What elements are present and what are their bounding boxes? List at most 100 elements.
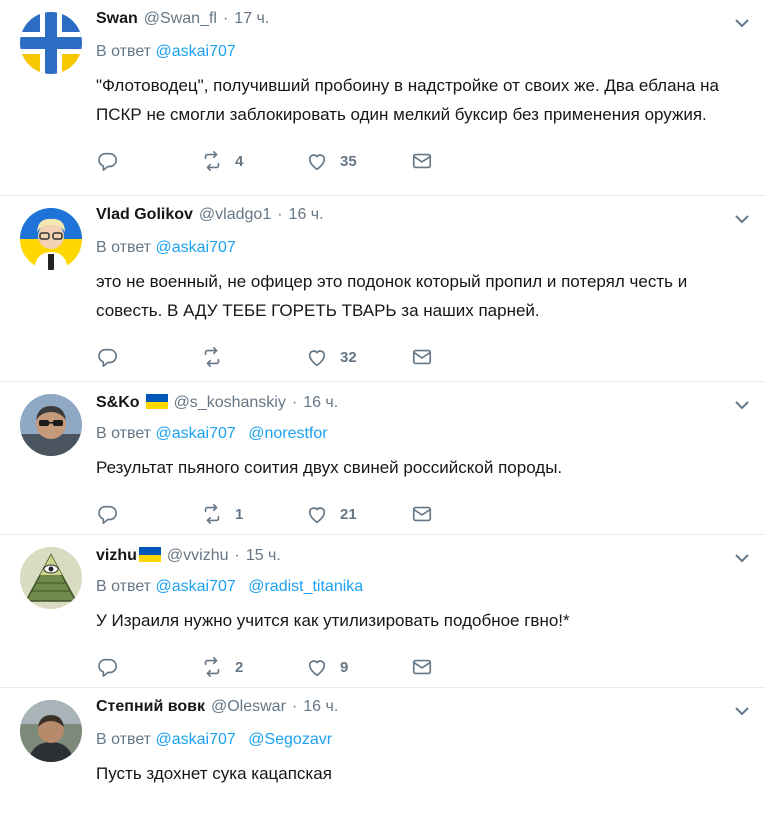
retweet-button[interactable] [201, 346, 306, 368]
chevron-down-icon[interactable] [733, 549, 751, 567]
reply-prefix: В ответ [96, 731, 152, 748]
reply-feed: Swan @Swan_fl · 17 ч. В ответ @askai707 … [0, 0, 765, 828]
reply-button[interactable] [96, 346, 201, 368]
envelope-icon [412, 153, 432, 169]
cartoon-man-avatar-icon [20, 208, 82, 270]
author-handle[interactable]: @s_koshanskiy [174, 394, 286, 412]
author-handle[interactable]: @vvizhu [167, 547, 229, 565]
mention-link[interactable]: @askai707 [155, 239, 235, 256]
retweet-count: 1 [235, 505, 244, 523]
reply-button[interactable] [96, 656, 201, 678]
tweet-actions: 1 21 [96, 496, 749, 540]
retweet-button[interactable]: 4 [201, 150, 306, 172]
author-name[interactable]: Vlad Golikov [96, 206, 193, 224]
author-name[interactable]: S&Ko [96, 394, 140, 412]
chevron-down-icon[interactable] [733, 396, 751, 414]
mention-link[interactable]: @norestfor [248, 425, 327, 442]
retweet-count: 2 [235, 658, 244, 676]
author-name[interactable]: Степний вовк [96, 698, 205, 716]
author-name[interactable]: vizhu [96, 547, 137, 565]
timestamp[interactable]: 16 ч. [303, 394, 338, 412]
tweet-text: "Флотоводец", получивший пробоину в надс… [96, 76, 719, 124]
envelope-icon [412, 506, 432, 522]
tweet-actions: 4 35 [96, 143, 749, 187]
avatar[interactable] [20, 12, 82, 74]
retweet-button[interactable]: 1 [201, 503, 306, 525]
timestamp[interactable]: 15 ч. [246, 547, 281, 565]
avatar[interactable] [20, 394, 82, 456]
ukraine-flag-icon [138, 547, 161, 562]
direct-message-button[interactable] [411, 656, 516, 678]
reply-prefix: В ответ [96, 425, 152, 442]
separator-dot: · [291, 698, 298, 715]
swedish-naval-cross-avatar-icon [20, 12, 82, 74]
separator-dot: · [277, 206, 283, 223]
chevron-down-icon[interactable] [733, 210, 751, 228]
mention-link[interactable]: @askai707 [155, 578, 235, 595]
mention-link[interactable]: @radist_titanika [248, 578, 363, 595]
timestamp[interactable]: 16 ч. [303, 698, 338, 716]
direct-message-button[interactable] [411, 346, 516, 368]
avatar[interactable] [20, 700, 82, 762]
chevron-down-icon[interactable] [733, 14, 751, 32]
like-count: 21 [340, 505, 357, 523]
author-handle[interactable]: @Oleswar [211, 698, 286, 716]
timestamp[interactable]: 17 ч. [234, 10, 269, 28]
author-handle[interactable]: @Swan_fl [144, 10, 217, 28]
tweet-actions: 2 9 [96, 649, 749, 693]
reply-context: В ответ @askai707 [96, 236, 749, 260]
retweet-count: 4 [235, 152, 244, 170]
man-outdoors-avatar-icon [20, 700, 82, 762]
reply-button[interactable] [96, 150, 201, 172]
reply-context: В ответ @askai707 [96, 40, 749, 64]
tweet-actions: 32 [96, 339, 749, 383]
separator-dot: · [234, 547, 240, 564]
reply-context: В ответ @askai707 @radist_titanika [96, 575, 749, 599]
author-name[interactable]: Swan [96, 10, 138, 28]
reply-icon [98, 348, 117, 367]
reply-icon [98, 505, 117, 524]
like-button[interactable]: 21 [306, 503, 411, 525]
retweet-icon [204, 151, 220, 171]
reply-prefix: В ответ [96, 578, 152, 595]
tweet[interactable]: Vlad Golikov @vladgo1 · 16 ч. В ответ @a… [0, 196, 765, 382]
like-count: 9 [340, 658, 349, 676]
like-button[interactable]: 9 [306, 656, 411, 678]
mention-link[interactable]: @askai707 [155, 425, 235, 442]
tweet[interactable]: Степний вовк @Oleswar · 16 ч. В ответ @a… [0, 688, 765, 828]
mention-link[interactable]: @askai707 [155, 731, 235, 748]
tweet-text: это не военный, не офицер это подонок ко… [96, 272, 688, 320]
tweet[interactable]: Swan @Swan_fl · 17 ч. В ответ @askai707 … [0, 0, 765, 196]
all-seeing-eye-avatar-icon [20, 547, 82, 609]
like-count: 32 [340, 348, 357, 366]
like-count: 35 [340, 152, 357, 170]
like-button[interactable]: 32 [306, 346, 411, 368]
tweet[interactable]: S&Ko @s_koshanskiy · 16 ч. В ответ @aska… [0, 382, 765, 535]
direct-message-button[interactable] [411, 150, 516, 172]
direct-message-button[interactable] [411, 503, 516, 525]
mention-link[interactable]: @askai707 [155, 43, 235, 60]
ukraine-flag-icon [145, 394, 168, 409]
reply-prefix: В ответ [96, 43, 152, 60]
avatar[interactable] [20, 208, 82, 270]
heart-icon [308, 154, 326, 171]
reply-context: В ответ @askai707 @Segozavr [96, 728, 749, 752]
reply-button[interactable] [96, 503, 201, 525]
tweet[interactable]: vizhu @vvizhu · 15 ч. В ответ @askai707 … [0, 535, 765, 688]
envelope-icon [412, 349, 432, 365]
tweet-text: Пусть здохнет сука кацапская [96, 764, 332, 783]
reply-icon [98, 152, 117, 171]
mention-link[interactable]: @Segozavr [248, 731, 332, 748]
chevron-down-icon[interactable] [733, 702, 751, 720]
author-handle[interactable]: @vladgo1 [199, 206, 271, 224]
retweet-button[interactable]: 2 [201, 656, 306, 678]
reply-prefix: В ответ [96, 239, 152, 256]
like-button[interactable]: 35 [306, 150, 411, 172]
heart-icon [308, 350, 326, 367]
heart-icon [308, 660, 326, 677]
tweet-text: У Израиля нужно учится как утилизировать… [96, 611, 570, 630]
separator-dot: · [291, 394, 298, 411]
retweet-icon [204, 504, 220, 524]
avatar[interactable] [20, 547, 82, 609]
timestamp[interactable]: 16 ч. [289, 206, 324, 224]
